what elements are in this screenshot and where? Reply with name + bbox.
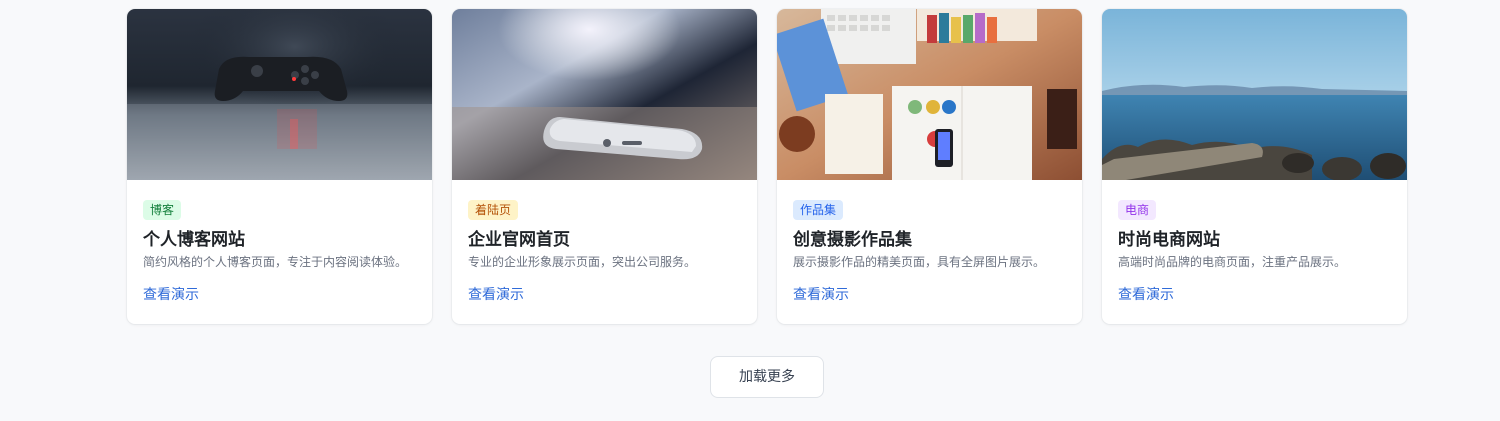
category-tag: 博客 — [143, 200, 182, 220]
template-card: 着陆页 企业官网首页 专业的企业形象展示页面，突出公司服务。 查看演示 — [452, 9, 757, 324]
category-tag: 作品集 — [793, 200, 844, 220]
category-tag: 电商 — [1118, 200, 1157, 220]
desk-workspace-image — [777, 9, 1082, 180]
card-title: 创意摄影作品集 — [793, 230, 912, 250]
view-demo-link[interactable]: 查看演示 — [143, 286, 199, 304]
view-demo-link[interactable]: 查看演示 — [793, 286, 849, 304]
card-body: 着陆页 企业官网首页 专业的企业形象展示页面，突出公司服务。 查看演示 — [452, 180, 757, 304]
smartphone-image — [452, 9, 757, 180]
ocean-coast-image — [1102, 9, 1407, 180]
card-body: 电商 时尚电商网站 高端时尚品牌的电商页面，注重产品展示。 查看演示 — [1102, 180, 1407, 304]
template-card-grid: 博客 个人博客网站 简约风格的个人博客页面，专注于内容阅读体验。 查看演示 着陆… — [127, 9, 1407, 324]
card-title: 时尚电商网站 — [1118, 230, 1220, 250]
template-card: 作品集 创意摄影作品集 展示摄影作品的精美页面，具有全屏图片展示。 查看演示 — [777, 9, 1082, 324]
card-description: 高端时尚品牌的电商页面，注重产品展示。 — [1118, 255, 1347, 269]
load-more-button[interactable]: 加载更多 — [710, 356, 824, 398]
view-demo-link[interactable]: 查看演示 — [1118, 286, 1174, 304]
template-card: 电商 时尚电商网站 高端时尚品牌的电商页面，注重产品展示。 查看演示 — [1102, 9, 1407, 324]
category-tag: 着陆页 — [468, 200, 519, 220]
game-controller-image — [127, 9, 432, 180]
template-card: 博客 个人博客网站 简约风格的个人博客页面，专注于内容阅读体验。 查看演示 — [127, 9, 432, 324]
card-description: 展示摄影作品的精美页面，具有全屏图片展示。 — [793, 255, 1046, 269]
card-body: 作品集 创意摄影作品集 展示摄影作品的精美页面，具有全屏图片展示。 查看演示 — [777, 180, 1082, 304]
card-title: 企业官网首页 — [468, 230, 570, 250]
card-description: 专业的企业形象展示页面，突出公司服务。 — [468, 255, 697, 269]
card-title: 个人博客网站 — [143, 230, 245, 250]
card-description: 简约风格的个人博客页面，专注于内容阅读体验。 — [143, 255, 408, 269]
card-body: 博客 个人博客网站 简约风格的个人博客页面，专注于内容阅读体验。 查看演示 — [127, 180, 432, 304]
view-demo-link[interactable]: 查看演示 — [468, 286, 524, 304]
template-gallery-page: 博客 个人博客网站 简约风格的个人博客页面，专注于内容阅读体验。 查看演示 着陆… — [0, 0, 1500, 421]
